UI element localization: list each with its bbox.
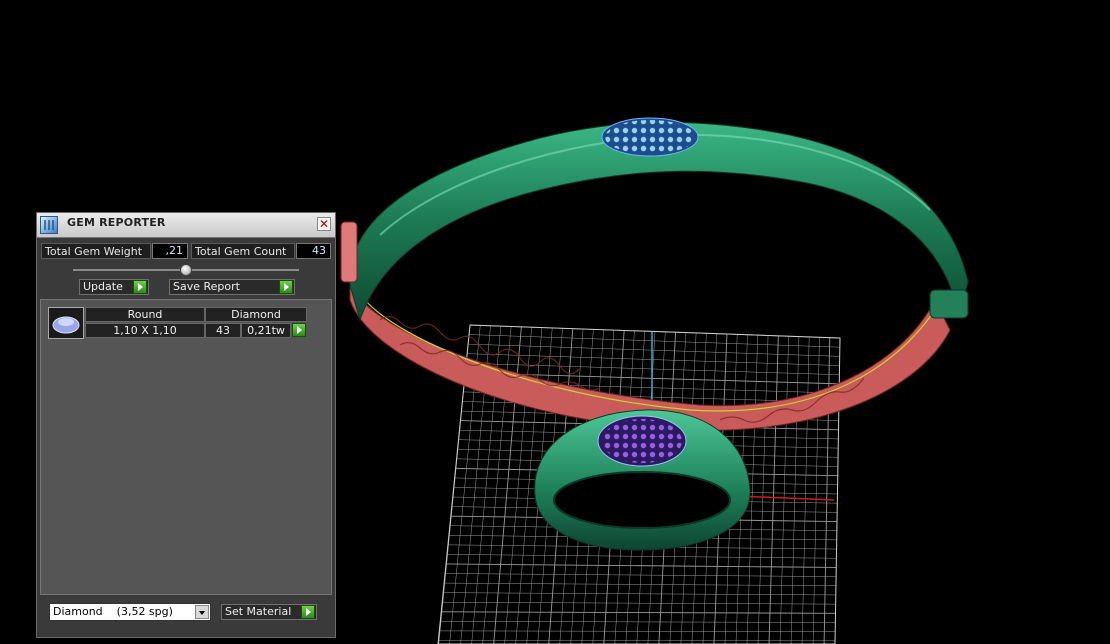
ring-gem-cluster bbox=[602, 419, 682, 463]
update-button-label: Update bbox=[83, 280, 123, 293]
bangle-inner-surface bbox=[349, 279, 951, 431]
panel-title: GEM REPORTER bbox=[67, 216, 166, 229]
go-arrow-icon[interactable] bbox=[301, 605, 315, 619]
go-arrow-icon[interactable] bbox=[279, 280, 293, 294]
panel-titlebar[interactable]: GEM REPORTER ✕ bbox=[37, 213, 335, 238]
go-arrow-icon[interactable] bbox=[133, 280, 147, 294]
bangle-clasp-left bbox=[340, 221, 358, 283]
total-gem-weight-label: Total Gem Weight bbox=[41, 243, 151, 259]
gem-size-cell: 1,10 X 1,10 bbox=[85, 323, 205, 338]
gem-weight-cell: 0,21tw bbox=[241, 323, 291, 338]
chevron-down-icon[interactable] bbox=[195, 605, 209, 619]
gem-reporter-panel: GEM REPORTER ✕ Total Gem Weight ,21 Tota… bbox=[36, 212, 336, 638]
gem-material-header: Diamond bbox=[205, 307, 307, 322]
gem-reporter-icon bbox=[40, 216, 58, 234]
bangle-hinge-right bbox=[929, 289, 969, 319]
total-gem-count-label: Total Gem Count bbox=[191, 243, 295, 259]
total-gem-weight-value: ,21 bbox=[152, 243, 188, 259]
total-gem-count-value: 43 bbox=[296, 243, 331, 259]
close-icon[interactable]: ✕ bbox=[317, 217, 331, 231]
gem-thumbnail-icon bbox=[48, 307, 84, 339]
ring-inner-hole bbox=[553, 471, 731, 529]
save-report-button-label: Save Report bbox=[173, 280, 240, 293]
material-select-value: Diamond (3,52 spg) bbox=[53, 605, 173, 618]
slider-handle[interactable] bbox=[180, 264, 192, 276]
save-report-button[interactable]: Save Report bbox=[169, 279, 295, 295]
gem-list[interactable]: Round Diamond 1,10 X 1,10 43 0,21tw bbox=[40, 299, 332, 595]
gem-cut-header: Round bbox=[85, 307, 205, 322]
material-select[interactable]: Diamond (3,52 spg) bbox=[49, 603, 211, 621]
set-material-button-label: Set Material bbox=[225, 605, 292, 618]
gem-count-cell: 43 bbox=[205, 323, 241, 338]
go-arrow-icon[interactable] bbox=[292, 323, 306, 337]
bangle-gem-cluster bbox=[605, 120, 695, 154]
